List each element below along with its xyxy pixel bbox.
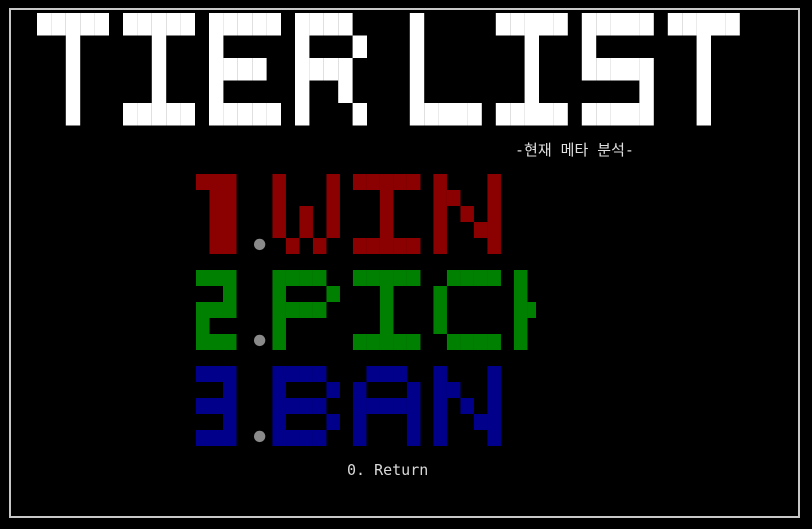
- menu-pick-glyph-2: [196, 270, 237, 350]
- title-glyph-i: [123, 13, 195, 126]
- menu-win-glyph-i: [352, 174, 421, 254]
- subtitle-current-meta-analysis: -현재 메타 분석-: [515, 141, 634, 159]
- menu-ban-glyph-3: [196, 366, 237, 446]
- menu-win-glyph-1: [196, 174, 237, 254]
- title-glyph-l: [409, 13, 482, 126]
- menu-pick-glyph-i: [352, 270, 421, 350]
- menu-ban-glyph-b: [272, 366, 340, 446]
- title-tier-list: [37, 13, 740, 126]
- menu-pick-glyph-k: [513, 270, 536, 350]
- menu-option-ban[interactable]: [196, 366, 536, 446]
- title-glyph-t: [37, 13, 109, 126]
- menu-ban-glyph-a: [352, 366, 421, 446]
- title-glyph-s: [581, 13, 654, 126]
- menu-pick-glyph-p: [272, 270, 340, 350]
- title-glyph-e: [209, 13, 281, 126]
- menu-ban-dot: [253, 430, 266, 443]
- title-glyph-i: [495, 13, 568, 126]
- menu-option-pick[interactable]: [196, 270, 536, 350]
- menu-win-glyph-n: [433, 174, 501, 254]
- menu-win-dot: [253, 238, 266, 251]
- menu-pick-glyph-c: [433, 270, 501, 350]
- return-option[interactable]: 0. Return: [347, 460, 428, 480]
- menu-ban-glyph-n: [433, 366, 501, 446]
- menu-option-win[interactable]: [196, 174, 536, 254]
- menu-win-glyph-w: [272, 174, 340, 254]
- title-glyph-t: [667, 13, 740, 126]
- title-glyph-r: [295, 13, 367, 126]
- menu-pick-dot: [253, 334, 266, 347]
